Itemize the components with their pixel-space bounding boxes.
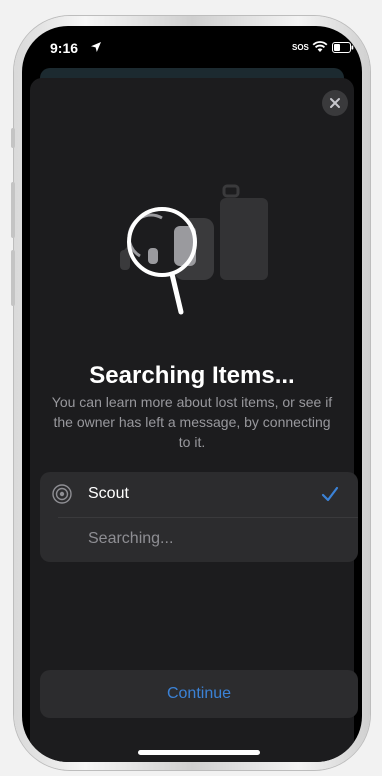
- description-text: You can learn more about lost items, or …: [51, 394, 333, 450]
- status-time: 9:16: [50, 40, 79, 56]
- volume-up-button: [11, 182, 15, 238]
- location-arrow-icon: [91, 42, 101, 52]
- item-list: Scout Searching...: [40, 472, 358, 562]
- home-indicator: [138, 750, 260, 755]
- wifi-icon: [312, 41, 328, 52]
- list-item-searching: Searching...: [40, 517, 358, 562]
- checkmark-icon: [321, 486, 339, 502]
- volume-down-button: [11, 250, 15, 306]
- page-title: Searching Items...: [89, 362, 295, 389]
- phone-screen: 9:16 SOS Searching Items... You can lear…: [22, 26, 362, 762]
- list-item-label: Scout: [88, 485, 129, 502]
- battery-icon: [332, 42, 354, 53]
- radar-icon: [52, 484, 72, 504]
- close-icon: [330, 98, 340, 108]
- sos-indicator: SOS: [292, 43, 309, 52]
- searching-status-label: Searching...: [88, 530, 174, 547]
- side-button: [11, 128, 15, 148]
- magnifier-over-luggage-icon: [120, 184, 268, 315]
- continue-button[interactable]: Continue: [40, 670, 358, 718]
- list-item-scout[interactable]: Scout: [40, 472, 358, 517]
- close-button[interactable]: [322, 90, 348, 116]
- status-bar: 9:16 SOS: [22, 26, 362, 70]
